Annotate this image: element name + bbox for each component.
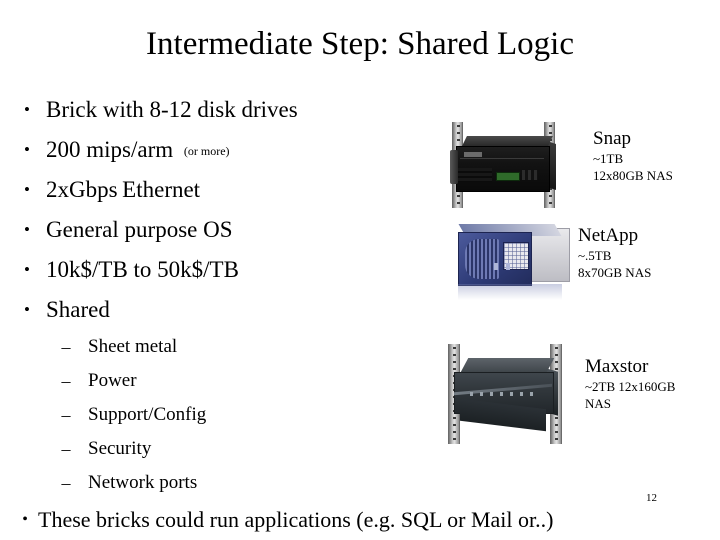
sub-list-item-text: Network ports [88,472,198,493]
list-item-text: 2xGbps Ethernet [46,177,201,202]
sub-list-item: – Support/Config [54,398,434,432]
sub-list-item-text: Support/Config [88,404,207,425]
product-config: NAS [585,396,612,411]
bullet-dot-icon: • [24,300,30,319]
list-item: • General purpose OS [12,210,432,250]
ventilation-grille [465,239,499,279]
list-item: • 200 mips/arm (or more) [12,130,432,170]
list-item-text: Brick with 8-12 disk drives [46,97,298,122]
lcd-display-panel [496,172,520,181]
product-capacity: ~.5TB [578,248,612,263]
page-title: Intermediate Step: Shared Logic [146,26,574,62]
sub-list-item: – Power [54,364,434,398]
sub-list-item: – Security [54,432,434,466]
product-config: 12x80GB NAS [593,168,673,183]
bullet-dot-icon: • [24,220,30,239]
product-brand: NetApp [578,225,639,246]
snap-rack-server-photo [444,122,568,208]
sub-list-item-text: Security [88,438,152,459]
maxstor-rack-unit-photo [442,344,574,444]
bullet-dot-icon: • [22,511,28,528]
bullet-dash-icon: – [61,371,71,391]
bullet-dot-icon: • [24,260,30,279]
filer-front-bezel [458,232,532,286]
list-item-note: (or more) [183,144,230,158]
sub-list-item-text: Sheet metal [88,336,178,357]
list-item: • Shared [12,290,432,330]
status-led-row [470,392,536,396]
list-item-text: 200 mips/arm [46,137,174,162]
bullet-dot-icon: • [24,100,30,119]
main-bullet-list: • Brick with 8-12 disk drives • 200 mips… [12,90,432,330]
bullet-dash-icon: – [61,473,71,493]
product-config: 8x70GB NAS [578,265,652,280]
bottom-bullet-text: These bricks could run applications (e.g… [38,507,554,532]
product-capacity: ~2TB 12x160GB [585,379,676,394]
product-capacity: ~1TB [593,151,624,166]
list-item-text: Shared [46,297,110,322]
surface-reflection [458,284,562,300]
vendor-logo-mark [464,152,482,157]
sub-bullet-list: – Sheet metal – Power – Support/Config –… [54,330,434,500]
status-led [506,263,510,270]
sub-list-item-text: Power [88,370,137,391]
product-caption-netapp: NetApp ~.5TB 8x70GB NAS [578,224,651,281]
status-led [494,263,498,270]
front-panel-buttons [522,170,538,180]
slide-page-number: 12 [646,492,657,504]
list-item: • 10k$/TB to 50k$/TB [12,250,432,290]
rack-mount-ear [450,150,458,184]
sub-list-item: – Sheet metal [54,330,434,364]
list-item-text: 10k$/TB to 50k$/TB [46,257,239,282]
list-item: • 2xGbps Ethernet [12,170,432,210]
product-caption-snap: Snap ~1TB 12x80GB NAS [593,127,673,184]
bullet-dash-icon: – [61,405,71,425]
bullet-dash-icon: – [61,337,71,357]
bullet-dot-icon: • [24,180,30,199]
list-item-text: General purpose OS [46,217,233,242]
product-brand: Maxstor [585,356,649,377]
bullet-dot-icon: • [24,140,30,159]
sub-list-item: – Network ports [54,466,434,500]
bullet-dash-icon: – [61,439,71,459]
list-item: • Brick with 8-12 disk drives [12,90,432,130]
bezel-seam [460,158,544,159]
product-caption-maxstor: Maxstor ~2TB 12x160GB NAS [585,355,675,412]
drive-bay-slots [458,168,492,182]
presentation-slide: Intermediate Step: Shared Logic • Brick … [0,0,720,540]
bottom-bullet-item: • These bricks could run applications (e… [12,503,720,537]
netapp-filer-photo [448,222,572,306]
product-brand: Snap [593,128,631,149]
